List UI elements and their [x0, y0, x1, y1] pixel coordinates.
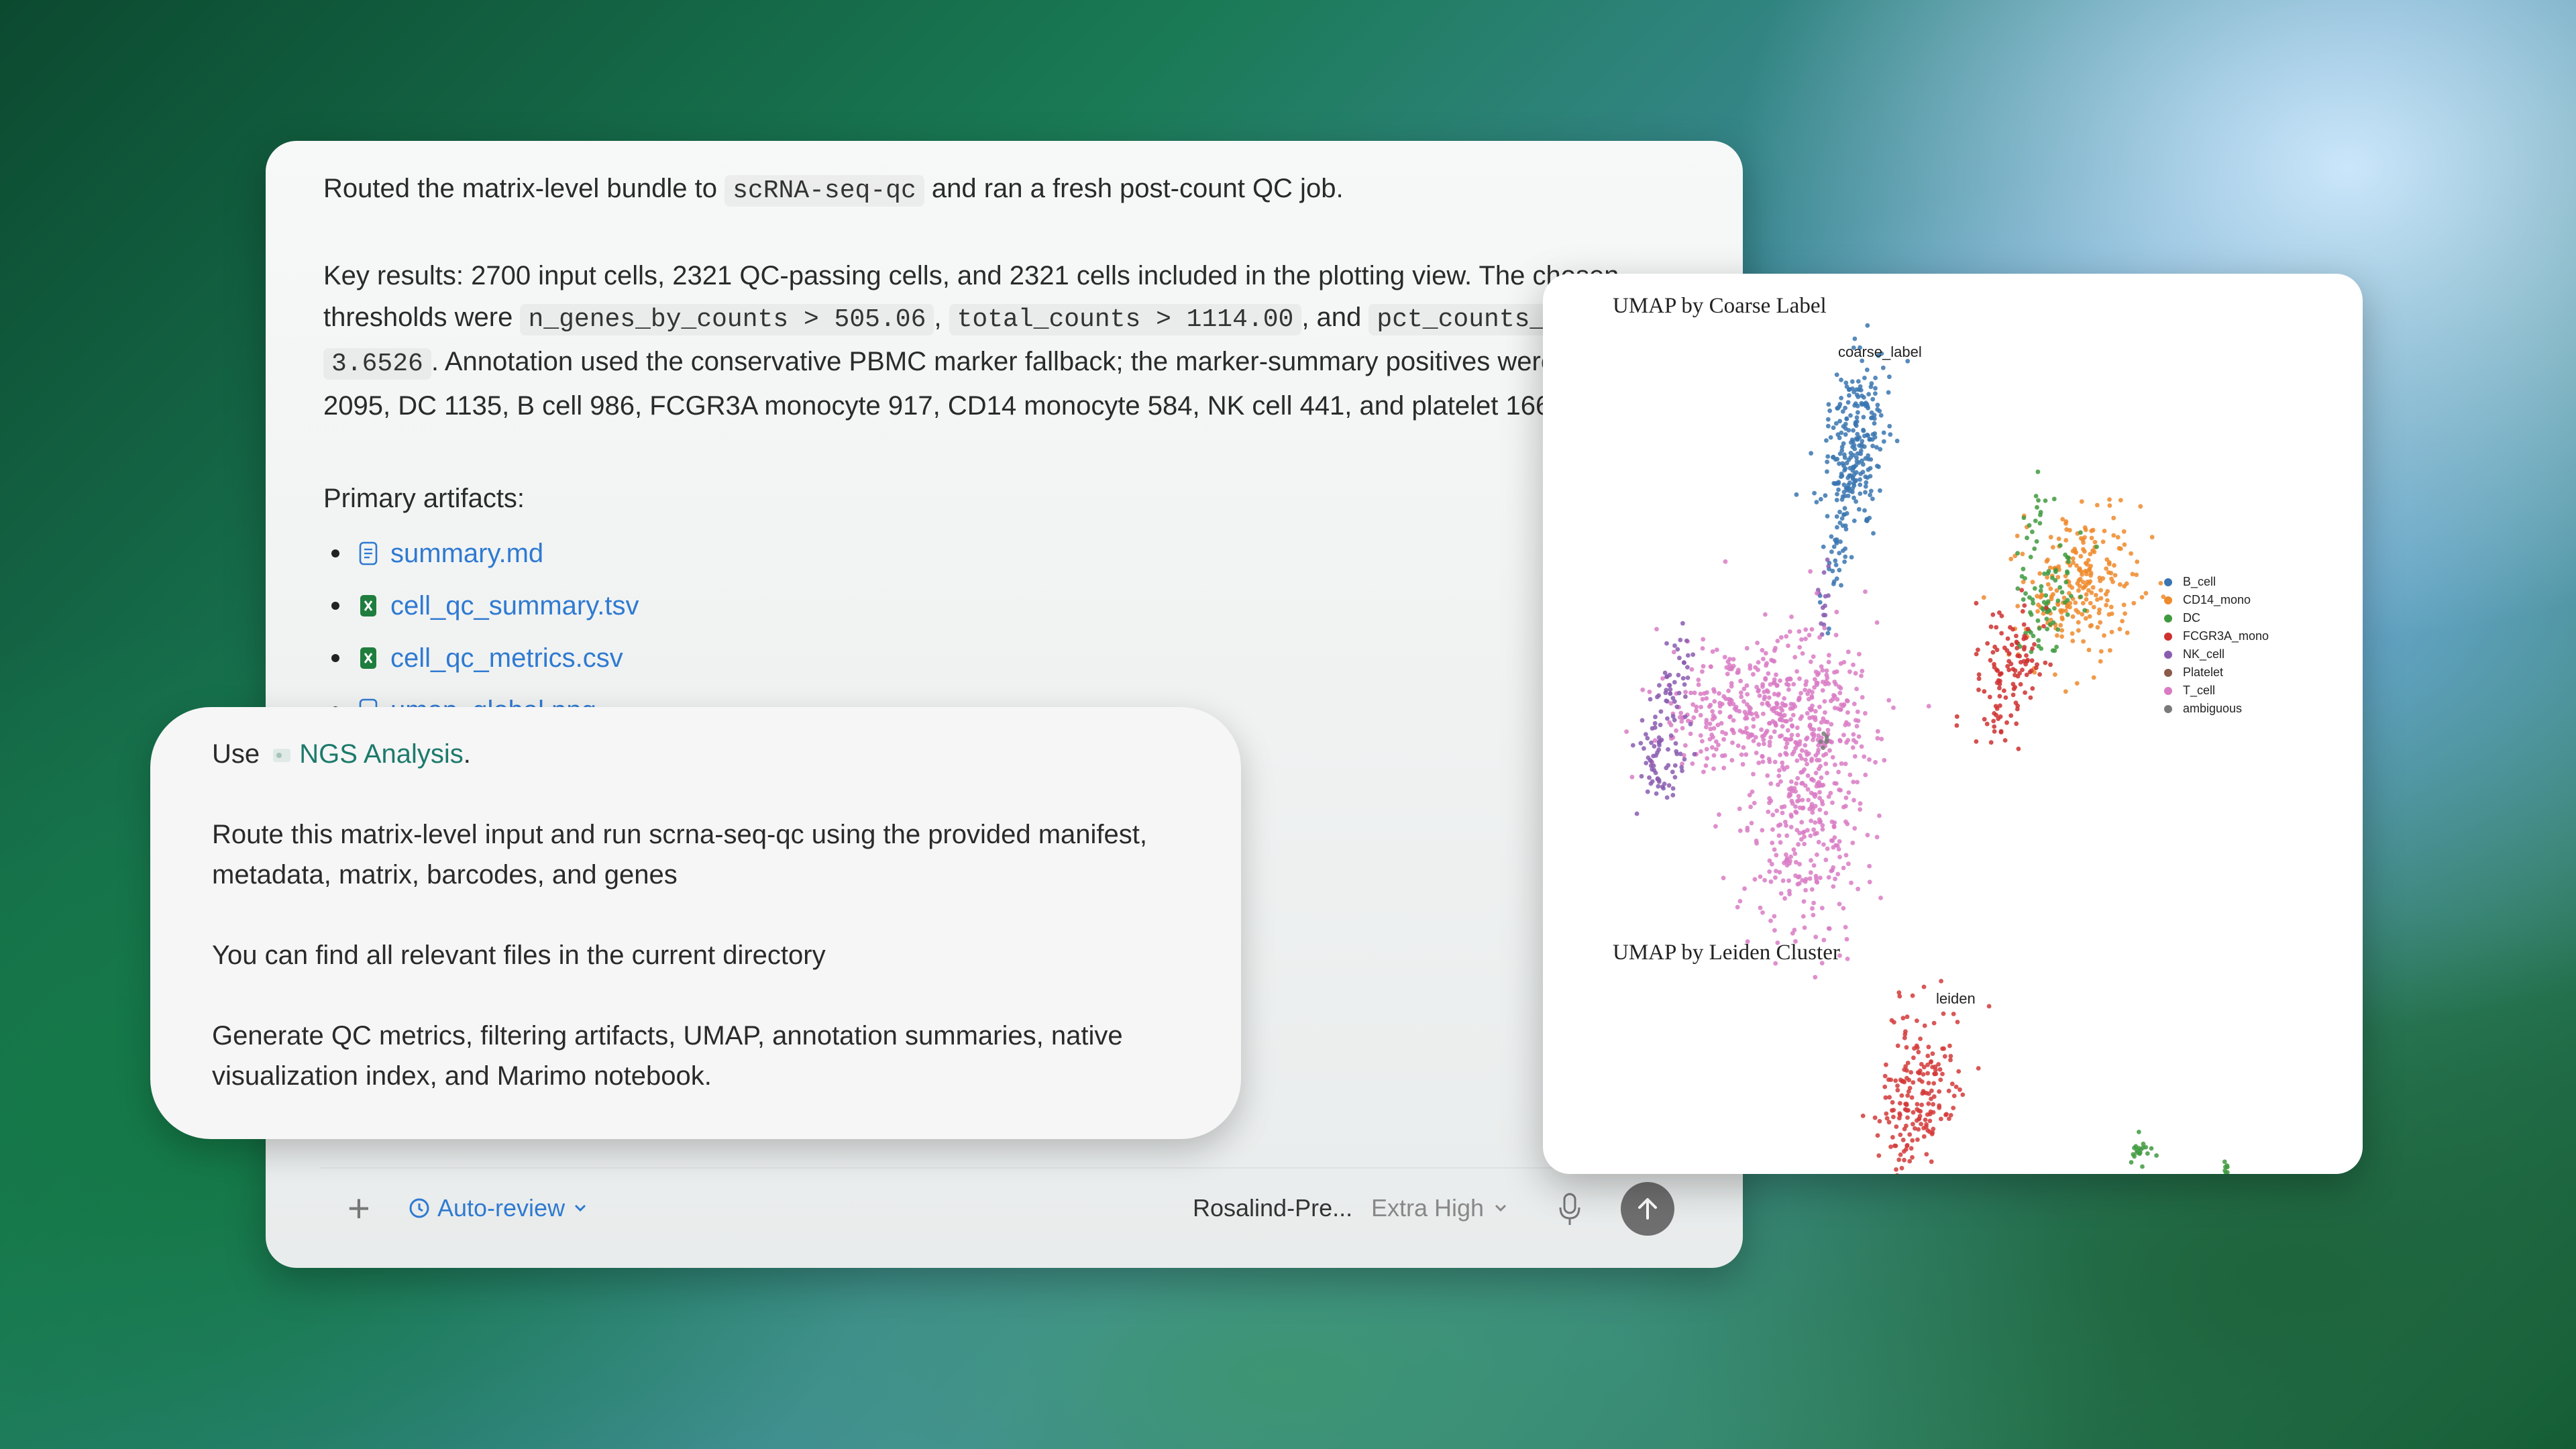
scatter-cluster — [2222, 1159, 2230, 1174]
effort-dropdown[interactable]: Extra High — [1371, 1194, 1509, 1222]
artifact-link-qc-metrics[interactable]: cell_qc_metrics.csv — [390, 637, 623, 679]
effort-label: Extra High — [1371, 1194, 1485, 1222]
list-item: cell_qc_metrics.csv — [323, 632, 1692, 684]
chevron-down-icon — [575, 1204, 586, 1212]
user-prompt-card: Use NGS Analysis. Route this matrix-leve… — [150, 707, 1241, 1139]
legend-item: T_cell — [2164, 682, 2269, 700]
response-intro-post: and ran a fresh post-count QC job. — [924, 174, 1344, 203]
umap-scatter-plots — [1624, 323, 2230, 1174]
key-results-text-5: . Annotation used the conservative PBMC … — [431, 347, 1556, 376]
send-button[interactable] — [1621, 1182, 1674, 1236]
artifact-link-summary[interactable]: summary.md — [390, 533, 543, 574]
legend-item: CD14_mono — [2164, 591, 2269, 609]
spreadsheet-icon — [360, 647, 376, 669]
assistant-response: Routed the matrix-level bundle to scRNA-… — [323, 168, 1692, 737]
legend-label: B_cell — [2183, 575, 2216, 588]
key-results-text-6: 2095, DC 1135, B cell 986, FCGR3A monocy… — [323, 391, 1551, 421]
legend-marker — [2164, 650, 2172, 659]
scatter-cluster — [1860, 979, 1992, 1174]
legend-item: FCGR3A_mono — [2164, 627, 2269, 645]
umap-subtitle-leiden: leiden — [1936, 990, 1976, 1007]
artifact-link-qc-summary[interactable]: cell_qc_summary.tsv — [390, 585, 639, 627]
umap-title-leiden: UMAP by Leiden Cluster — [1613, 941, 1840, 965]
bullet-icon — [331, 602, 339, 610]
chevron-down-icon — [1495, 1204, 1507, 1212]
key-results-text-2: thresholds were — [323, 303, 521, 332]
key-results-text-3: , — [934, 303, 949, 332]
list-item: cell_qc_summary.tsv — [323, 580, 1692, 632]
list-item: summary.md — [323, 527, 1692, 580]
legend-label: FCGR3A_mono — [2183, 629, 2269, 643]
artifact-list: summary.md cell_qc_summary.tsv cell_qc_m… — [323, 527, 1692, 737]
legend-marker — [2164, 686, 2172, 695]
umap-title-coarse: UMAP by Coarse Label — [1613, 294, 1827, 318]
skill-link-ngs-analysis[interactable]: NGS Analysis — [299, 739, 464, 769]
code-threshold-counts: total_counts > 1114.00 — [949, 304, 1302, 335]
key-results: Key results: 2700 input cells, 2321 QC-p… — [323, 255, 1692, 427]
umap-figure-card: UMAP by Coarse Label coarse_label B_cell… — [1543, 274, 2363, 1174]
model-selector[interactable]: Rosalind-Pre... — [1193, 1194, 1352, 1222]
legend-label: NK_cell — [2183, 647, 2225, 661]
legend-marker — [2164, 632, 2172, 641]
legend-item: Platelet — [2164, 663, 2269, 682]
auto-review-dropdown[interactable]: Auto-review — [408, 1194, 596, 1222]
prompt-text: Use NGS Analysis. Route this matrix-leve… — [212, 734, 1205, 1096]
bullet-icon — [331, 654, 339, 662]
composer-bar: + Auto-review Rosalind-Pre... Extra High — [321, 1167, 1688, 1252]
prompt-paragraph-route: Route this matrix-level input and run sc… — [212, 820, 1148, 890]
skill-icon — [273, 749, 291, 763]
legend-marker — [2164, 596, 2172, 604]
arrow-up-icon — [1638, 1198, 1657, 1220]
umap-subtitle-coarse: coarse_label — [1838, 343, 1922, 360]
scatter-cluster — [2129, 1130, 2159, 1169]
legend-marker — [2164, 614, 2172, 623]
key-results-text-4: , and — [1301, 303, 1369, 332]
legend-item: NK_cell — [2164, 645, 2269, 663]
code-skill-name: scRNA-seq-qc — [724, 175, 924, 207]
legend-marker — [2164, 668, 2172, 677]
legend-label: Platelet — [2183, 665, 2224, 679]
auto-review-label: Auto-review — [437, 1194, 566, 1222]
legend-item: B_cell — [2164, 573, 2269, 591]
legend-item: DC — [2164, 609, 2269, 627]
microphone-icon[interactable] — [1555, 1191, 1585, 1228]
bullet-icon — [331, 549, 339, 557]
code-threshold-mt-value: 3.6526 — [323, 348, 431, 380]
response-intro-pre: Routed the matrix-level bundle to — [323, 174, 725, 203]
prompt-use-line: Use NGS Analysis. — [212, 734, 1205, 774]
legend-marker — [2164, 704, 2172, 713]
prompt-period: . — [463, 739, 471, 769]
spreadsheet-icon — [360, 595, 376, 616]
document-icon — [359, 541, 378, 566]
legend-label: DC — [2183, 611, 2200, 625]
legend-label: ambiguous — [2183, 702, 2243, 715]
legend-label: CD14_mono — [2183, 593, 2251, 606]
legend-marker — [2164, 578, 2172, 586]
artifacts-heading: Primary artifacts: — [323, 484, 525, 513]
legend-item: ambiguous — [2164, 700, 2269, 718]
add-attachment-button[interactable]: + — [347, 1189, 370, 1229]
scatter-cluster — [2015, 469, 2057, 581]
use-label: Use — [212, 739, 260, 769]
code-threshold-genes: n_genes_by_counts > 505.06 — [520, 304, 934, 335]
umap-legend: B_cell CD14_mono DC FCGR3A_mono NK_cell … — [2164, 573, 2269, 718]
legend-label: T_cell — [2183, 684, 2216, 697]
scatter-cluster — [1630, 691, 1697, 816]
shield-clock-icon — [409, 1198, 429, 1218]
response-intro: Routed the matrix-level bundle to scRNA-… — [323, 168, 1692, 212]
key-results-text-1: Key results: 2700 input cells, 2321 QC-p… — [323, 261, 1619, 290]
prompt-paragraph-generate: Generate QC metrics, filtering artifacts… — [212, 1021, 1123, 1091]
prompt-paragraph-files: You can find all relevant files in the c… — [212, 941, 826, 970]
